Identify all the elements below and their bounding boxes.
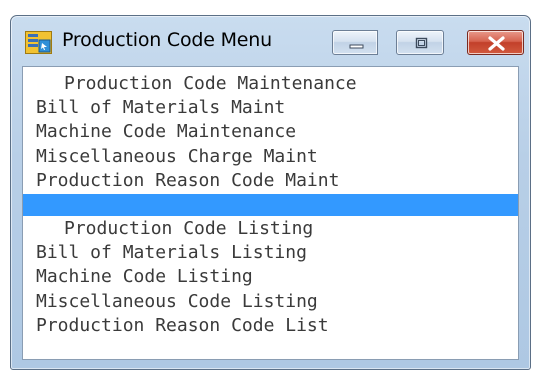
menu-item-selected-blank[interactable] <box>23 193 518 216</box>
menu-item-production-reason-code-list[interactable]: Production Reason Code List <box>23 314 518 338</box>
close-button[interactable] <box>467 30 524 55</box>
maximize-icon <box>415 37 428 49</box>
app-icon <box>25 31 52 54</box>
menu-header-maintenance: Production Code Maintenance <box>64 73 357 94</box>
menu-item-machine-code-maintenance[interactable]: Machine Code Maintenance <box>23 120 518 144</box>
maximize-button[interactable] <box>396 30 444 55</box>
minimize-icon <box>349 44 364 49</box>
menu-header-listing: Production Code Listing <box>64 217 314 239</box>
menu-item-bill-of-materials-maint[interactable]: Bill of Materials Maint <box>23 96 518 120</box>
menu-item-bill-of-materials-listing[interactable]: Bill of Materials Listing <box>23 241 518 265</box>
production-code-menu-window: Production Code Menu Production Code Mai… <box>10 15 531 370</box>
minimize-button[interactable] <box>332 30 378 55</box>
menu-item-machine-code-listing[interactable]: Machine Code Listing <box>23 265 518 289</box>
title-bar[interactable]: Production Code Menu <box>11 16 530 66</box>
menu-item-miscellaneous-code-listing[interactable]: Miscellaneous Code Listing <box>23 290 518 314</box>
menu-panel: Production Code Maintenance Bill of Mate… <box>22 66 519 360</box>
window-title: Production Code Menu <box>62 29 272 51</box>
close-icon <box>488 36 505 51</box>
menu-list: Production Code Maintenance Bill of Mate… <box>23 67 518 338</box>
menu-item-miscellaneous-charge-maint[interactable]: Miscellaneous Charge Maint <box>23 145 518 169</box>
menu-item-production-reason-code-maint[interactable]: Production Reason Code Maint <box>23 169 518 193</box>
